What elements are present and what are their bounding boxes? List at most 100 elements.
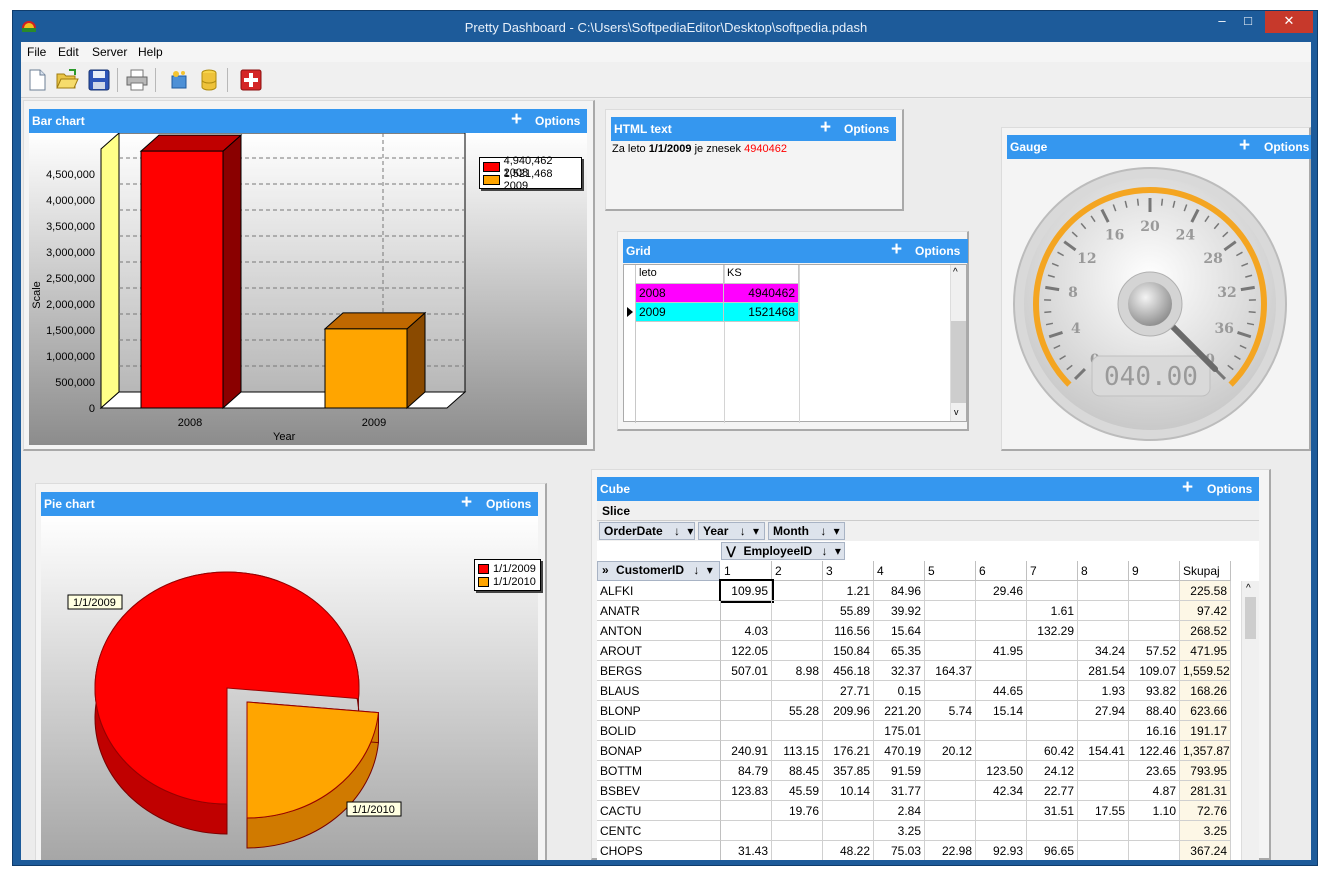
cube-cell[interactable] bbox=[976, 821, 1027, 841]
cube-widget[interactable]: Cube + Options Slice OrderDate ↓ ▾ Year … bbox=[591, 469, 1271, 860]
html-text-widget[interactable]: HTML text + Options Za leto 1/1/2009 je … bbox=[605, 109, 904, 211]
bar-chart-options-button[interactable]: Options bbox=[535, 114, 580, 128]
bar-chart-widget[interactable]: Bar chart + Options 0 500,000 1,000,000 1,5… bbox=[23, 100, 595, 451]
cube-cell[interactable]: 8.98 bbox=[772, 661, 823, 681]
cube-cell[interactable]: 122.05 bbox=[721, 641, 772, 661]
cube-cell[interactable]: 281.54 bbox=[1078, 661, 1129, 681]
cube-cell[interactable]: 31.51 bbox=[1027, 801, 1078, 821]
cube-row-header[interactable]: BSBEV bbox=[597, 781, 721, 801]
cube-cell[interactable]: 16.16 bbox=[1129, 721, 1180, 741]
gauge-options-button[interactable]: Options bbox=[1264, 140, 1309, 154]
cube-row-header[interactable]: BONAP bbox=[597, 741, 721, 761]
cube-cell[interactable] bbox=[976, 741, 1027, 761]
cube-cell[interactable]: 132.29 bbox=[1027, 621, 1078, 641]
grid-cell[interactable]: 2008 bbox=[636, 284, 724, 303]
cube-cell[interactable] bbox=[1078, 721, 1129, 741]
cube-row-header[interactable]: CACTU bbox=[597, 801, 721, 821]
cube-cell[interactable]: 22.77 bbox=[1027, 781, 1078, 801]
grid-vertical-scrollbar[interactable]: ^ v bbox=[950, 265, 966, 421]
gauge-add-button[interactable]: + bbox=[1239, 136, 1250, 156]
cube-cell[interactable]: 109.95 bbox=[719, 579, 774, 603]
cube-cell[interactable] bbox=[823, 801, 874, 821]
cube-cell[interactable]: 357.85 bbox=[823, 761, 874, 781]
cube-cell[interactable]: 1.21 bbox=[823, 581, 874, 601]
menu-help[interactable]: Help bbox=[138, 45, 163, 59]
html-text-options-button[interactable]: Options bbox=[844, 122, 889, 136]
cube-cell[interactable]: 191.17 bbox=[1180, 721, 1231, 741]
cube-cell[interactable]: 75.03 bbox=[874, 841, 925, 860]
cube-cell[interactable]: 123.50 bbox=[976, 761, 1027, 781]
cube-cell[interactable]: 221.20 bbox=[874, 701, 925, 721]
cube-cell[interactable] bbox=[925, 801, 976, 821]
cube-column-header[interactable]: 6 bbox=[976, 561, 1027, 581]
scroll-up-icon[interactable]: ^ bbox=[1246, 583, 1251, 594]
cube-cell[interactable] bbox=[1129, 821, 1180, 841]
cube-cell[interactable] bbox=[925, 721, 976, 741]
cube-cell[interactable] bbox=[976, 721, 1027, 741]
cube-cell[interactable]: 39.92 bbox=[874, 601, 925, 621]
scroll-thumb[interactable] bbox=[1245, 597, 1256, 639]
cube-cell[interactable]: 154.41 bbox=[1078, 741, 1129, 761]
cube-cell[interactable]: 57.52 bbox=[1129, 641, 1180, 661]
cube-cell[interactable]: 31.77 bbox=[874, 781, 925, 801]
cube-cell[interactable]: 4.03 bbox=[721, 621, 772, 641]
cube-cell[interactable] bbox=[1129, 581, 1180, 601]
cube-cell[interactable]: 150.84 bbox=[823, 641, 874, 661]
cube-cell[interactable] bbox=[1078, 601, 1129, 621]
filter-field-year[interactable]: Year ↓ ▾ bbox=[698, 522, 765, 540]
filter-field-orderdate[interactable]: OrderDate ↓ ▾ bbox=[599, 522, 695, 540]
cube-cell[interactable]: 225.58 bbox=[1180, 581, 1231, 601]
cube-cell[interactable] bbox=[721, 701, 772, 721]
cube-cell[interactable] bbox=[1078, 581, 1129, 601]
scroll-up-icon[interactable]: ^ bbox=[953, 267, 958, 278]
cube-cell[interactable] bbox=[1129, 621, 1180, 641]
cube-cell[interactable] bbox=[925, 681, 976, 701]
cube-row-header[interactable]: BERGS bbox=[597, 661, 721, 681]
menu-server[interactable]: Server bbox=[92, 45, 127, 59]
cube-cell[interactable] bbox=[772, 621, 823, 641]
add-widget-icon[interactable] bbox=[239, 68, 263, 92]
cube-cell[interactable]: 65.35 bbox=[874, 641, 925, 661]
cube-cell[interactable]: 45.59 bbox=[772, 781, 823, 801]
dropdown-arrow-icon[interactable]: ▾ bbox=[687, 524, 693, 538]
collapse-icon[interactable]: ⋁ bbox=[726, 544, 736, 558]
cube-cell[interactable]: 29.46 bbox=[976, 581, 1027, 601]
minimize-button[interactable]: – bbox=[1209, 11, 1235, 33]
cube-cell[interactable] bbox=[1027, 821, 1078, 841]
connect-icon[interactable] bbox=[167, 68, 191, 92]
cube-cell[interactable] bbox=[1078, 821, 1129, 841]
cube-cell[interactable]: 1.61 bbox=[1027, 601, 1078, 621]
cube-cell[interactable]: 164.37 bbox=[925, 661, 976, 681]
cube-cell[interactable]: 3.25 bbox=[874, 821, 925, 841]
grid-cell[interactable]: 1521468 bbox=[724, 303, 799, 322]
cube-cell[interactable]: 84.79 bbox=[721, 761, 772, 781]
cube-cell[interactable] bbox=[1027, 661, 1078, 681]
cube-row-header[interactable]: ALFKI bbox=[597, 581, 721, 601]
new-document-icon[interactable] bbox=[25, 68, 49, 92]
cube-cell[interactable] bbox=[1027, 681, 1078, 701]
grid-add-button[interactable]: + bbox=[891, 240, 902, 260]
cube-cell[interactable]: 109.07 bbox=[1129, 661, 1180, 681]
gauge-header[interactable]: Gauge + Options bbox=[1007, 135, 1311, 159]
cube-cell[interactable]: 240.91 bbox=[721, 741, 772, 761]
bar-chart-add-button[interactable]: + bbox=[511, 110, 522, 130]
cube-header[interactable]: Cube + Options bbox=[597, 477, 1259, 501]
cube-cell[interactable]: 88.40 bbox=[1129, 701, 1180, 721]
cube-cell[interactable] bbox=[823, 721, 874, 741]
cube-cell[interactable] bbox=[721, 601, 772, 621]
dropdown-arrow-icon[interactable]: ▾ bbox=[835, 544, 841, 558]
title-bar[interactable]: Pretty Dashboard - C:\Users\SoftpediaEdi… bbox=[13, 11, 1319, 43]
grid-column-header[interactable]: KS bbox=[724, 265, 799, 284]
cube-cell[interactable] bbox=[772, 601, 823, 621]
menu-file[interactable]: File bbox=[27, 45, 46, 59]
cube-cell[interactable]: 623.66 bbox=[1180, 701, 1231, 721]
dropdown-arrow-icon[interactable]: ▾ bbox=[753, 524, 759, 538]
maximize-button[interactable]: □ bbox=[1235, 11, 1261, 33]
cube-cell[interactable] bbox=[1129, 601, 1180, 621]
cube-cell[interactable]: 19.76 bbox=[772, 801, 823, 821]
grid-options-button[interactable]: Options bbox=[915, 244, 960, 258]
cube-cell[interactable] bbox=[976, 621, 1027, 641]
cube-cell[interactable]: 60.42 bbox=[1027, 741, 1078, 761]
cube-cell[interactable]: 507.01 bbox=[721, 661, 772, 681]
cube-cell[interactable]: 84.96 bbox=[874, 581, 925, 601]
